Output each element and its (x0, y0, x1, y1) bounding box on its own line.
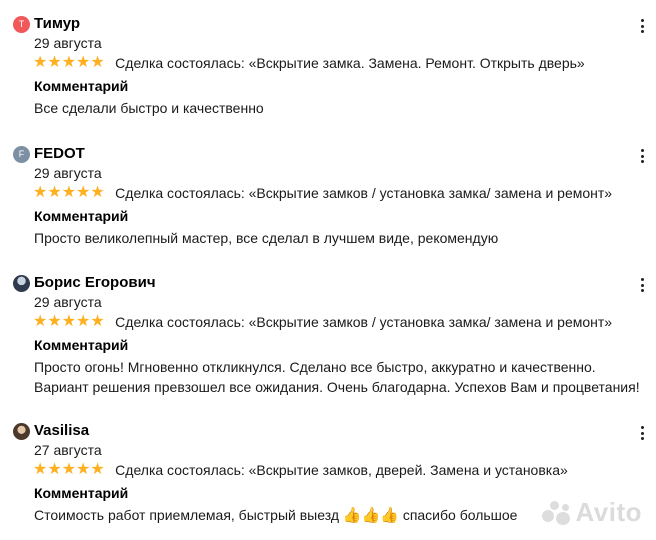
comment-line: Просто огонь! Мгновенно откликнулся. Сде… (34, 359, 596, 375)
review-date: 27 августа (34, 442, 102, 458)
avatar[interactable] (13, 275, 30, 292)
comment-text: Просто огонь! Мгновенно откликнулся. Сде… (34, 357, 654, 397)
watermark-text: Avito (575, 497, 642, 527)
deal-info: Сделка состоялась: «Вскрытие замков, две… (115, 462, 568, 478)
comment-text-part: Стоимость работ приемлемая, быстрый выез… (34, 507, 339, 523)
avito-logo-icon (542, 500, 572, 525)
deal-info: Сделка состоялась: «Вскрытие замков / ус… (115, 314, 613, 330)
thumbs-up-icon: 👍👍👍 (342, 507, 399, 524)
star-rating-icon: ★★★★★ (33, 184, 105, 201)
reviewer-name[interactable]: Борис Егорович (34, 274, 156, 292)
avatar[interactable]: T (13, 16, 30, 33)
avatar[interactable] (13, 423, 30, 440)
reviewer-name[interactable]: Тимур (34, 15, 80, 33)
star-rating-icon: ★★★★★ (33, 461, 105, 478)
reviewer-name[interactable]: Vasilisa (34, 422, 89, 440)
more-options-icon[interactable] (637, 147, 647, 165)
deal-info: Сделка состоялась: «Вскрытие замка. Заме… (115, 55, 585, 71)
deal-info: Сделка состоялась: «Вскрытие замков / ус… (115, 185, 613, 201)
comment-text: Все сделали быстро и качественно (34, 100, 264, 116)
rating-row: ★★★★★ Сделка состоялась: «Вскрытие замко… (33, 183, 612, 203)
avito-watermark: Avito (542, 497, 642, 528)
star-rating-icon: ★★★★★ (33, 313, 105, 330)
comment-label: Комментарий (34, 78, 129, 94)
rating-row: ★★★★★ Сделка состоялась: «Вскрытие замко… (33, 460, 568, 480)
more-options-icon[interactable] (637, 276, 647, 294)
comment-line: Вариант решения превзошел все ожидания. … (34, 379, 640, 395)
comment-label: Комментарий (34, 337, 129, 353)
star-rating-icon: ★★★★★ (33, 54, 105, 71)
rating-row: ★★★★★ Сделка состоялась: «Вскрытие замка… (33, 53, 585, 73)
comment-label: Комментарий (34, 485, 129, 501)
review-date: 29 августа (34, 35, 102, 51)
more-options-icon[interactable] (637, 424, 647, 442)
review-date: 29 августа (34, 165, 102, 181)
comment-label: Комментарий (34, 208, 129, 224)
comment-text-part: спасибо большое (402, 507, 518, 523)
avatar[interactable]: F (13, 146, 30, 163)
review-date: 29 августа (34, 294, 102, 310)
more-options-icon[interactable] (637, 17, 647, 35)
comment-text: Просто великолепный мастер, все сделал в… (34, 230, 499, 246)
rating-row: ★★★★★ Сделка состоялась: «Вскрытие замко… (33, 312, 612, 332)
reviewer-name[interactable]: FEDOT (34, 145, 85, 163)
